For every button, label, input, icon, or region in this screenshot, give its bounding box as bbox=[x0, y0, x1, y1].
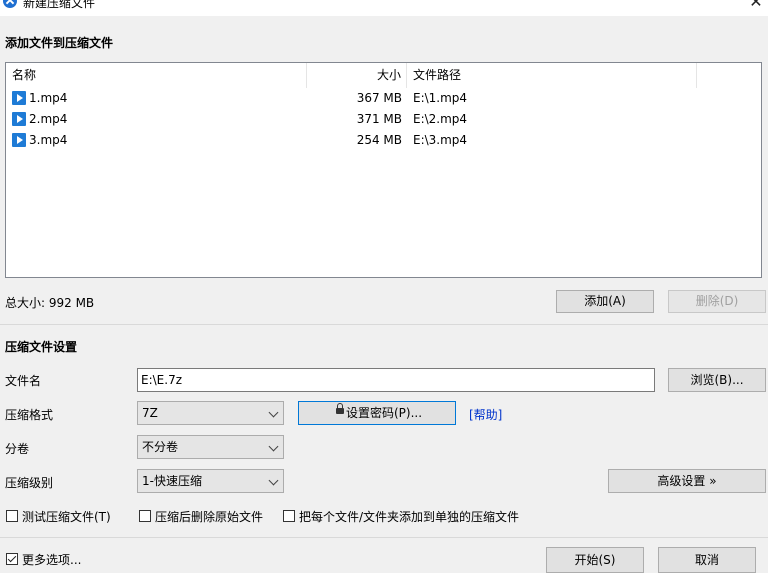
file-path: E:\1.mp4 bbox=[413, 91, 468, 105]
level-select[interactable]: 1-快速压缩 bbox=[137, 469, 284, 493]
chevron-down-icon bbox=[268, 441, 279, 452]
filename-label: 文件名 bbox=[5, 374, 42, 388]
test-archive-label[interactable]: 测试压缩文件(T) bbox=[22, 508, 111, 525]
add-section-title: 添加文件到压缩文件 bbox=[5, 36, 114, 50]
video-file-icon bbox=[12, 91, 26, 105]
set-password-label: 设置密码(P)... bbox=[345, 406, 423, 420]
window-title: 新建压缩文件 bbox=[23, 0, 96, 10]
set-password-button[interactable]: 设置密码(P)... bbox=[298, 401, 456, 425]
file-size: 254 MB bbox=[356, 133, 402, 147]
delete-after-label[interactable]: 压缩后删除原始文件 bbox=[155, 508, 263, 525]
file-row[interactable]: 3.mp4 254 MB E:\3.mp4 bbox=[6, 130, 761, 151]
help-link[interactable]: [帮助] bbox=[469, 406, 502, 423]
start-button[interactable]: 开始(S) bbox=[546, 547, 644, 573]
more-options-label[interactable]: 更多选项... bbox=[22, 551, 81, 568]
more-options-checkbox[interactable] bbox=[6, 553, 18, 565]
volume-select[interactable]: 不分卷 bbox=[137, 435, 284, 459]
format-label: 压缩格式 bbox=[5, 408, 54, 422]
app-icon bbox=[3, 0, 17, 8]
browse-button[interactable]: 浏览(B)... bbox=[668, 368, 766, 392]
file-list[interactable]: 名称 大小 文件路径 1.mp4 367 MB E:\1.mp4 2.mp4 3… bbox=[5, 62, 762, 278]
file-name: 2.mp4 bbox=[29, 112, 68, 126]
file-row[interactable]: 2.mp4 371 MB E:\2.mp4 bbox=[6, 109, 761, 130]
lock-icon bbox=[336, 403, 344, 414]
delete-after-checkbox[interactable] bbox=[139, 510, 151, 522]
file-row[interactable]: 1.mp4 367 MB E:\1.mp4 bbox=[6, 88, 761, 109]
section-divider bbox=[0, 324, 768, 325]
filename-input[interactable]: E:\E.7z bbox=[137, 368, 655, 392]
settings-section-title: 压缩文件设置 bbox=[5, 340, 78, 354]
cancel-button[interactable]: 取消 bbox=[658, 547, 756, 573]
video-file-icon bbox=[12, 133, 26, 147]
chevron-down-icon bbox=[268, 475, 279, 486]
chevron-down-icon bbox=[268, 407, 279, 418]
format-select-value: 7Z bbox=[142, 406, 158, 420]
add-button[interactable]: 添加(A) bbox=[556, 290, 654, 313]
separate-archives-checkbox[interactable] bbox=[283, 510, 295, 522]
file-size: 371 MB bbox=[356, 112, 402, 126]
level-select-value: 1-快速压缩 bbox=[142, 474, 202, 488]
file-size: 367 MB bbox=[356, 91, 402, 105]
footer-divider bbox=[0, 537, 768, 538]
file-path: E:\3.mp4 bbox=[413, 133, 468, 147]
video-file-icon bbox=[12, 112, 26, 126]
file-name: 1.mp4 bbox=[29, 91, 68, 105]
test-archive-checkbox[interactable] bbox=[6, 510, 18, 522]
close-icon[interactable]: ✕ bbox=[746, 0, 766, 12]
level-label: 压缩级别 bbox=[5, 476, 54, 490]
file-path: E:\2.mp4 bbox=[413, 112, 468, 126]
volume-select-value: 不分卷 bbox=[142, 440, 179, 454]
separate-archives-label[interactable]: 把每个文件/文件夹添加到单独的压缩文件 bbox=[299, 508, 519, 525]
title-bar: 新建压缩文件 ✕ bbox=[0, 0, 768, 16]
file-name: 3.mp4 bbox=[29, 133, 68, 147]
total-size: 总大小: 992 MB bbox=[5, 296, 95, 310]
column-header-size[interactable]: 大小 bbox=[307, 63, 407, 88]
column-header-name[interactable]: 名称 bbox=[6, 63, 307, 88]
advanced-settings-button[interactable]: 高级设置 » bbox=[608, 469, 766, 493]
volume-label: 分卷 bbox=[5, 442, 30, 456]
format-select[interactable]: 7Z bbox=[137, 401, 284, 425]
delete-button[interactable]: 删除(D) bbox=[668, 290, 766, 313]
column-header-path[interactable]: 文件路径 bbox=[407, 63, 697, 88]
